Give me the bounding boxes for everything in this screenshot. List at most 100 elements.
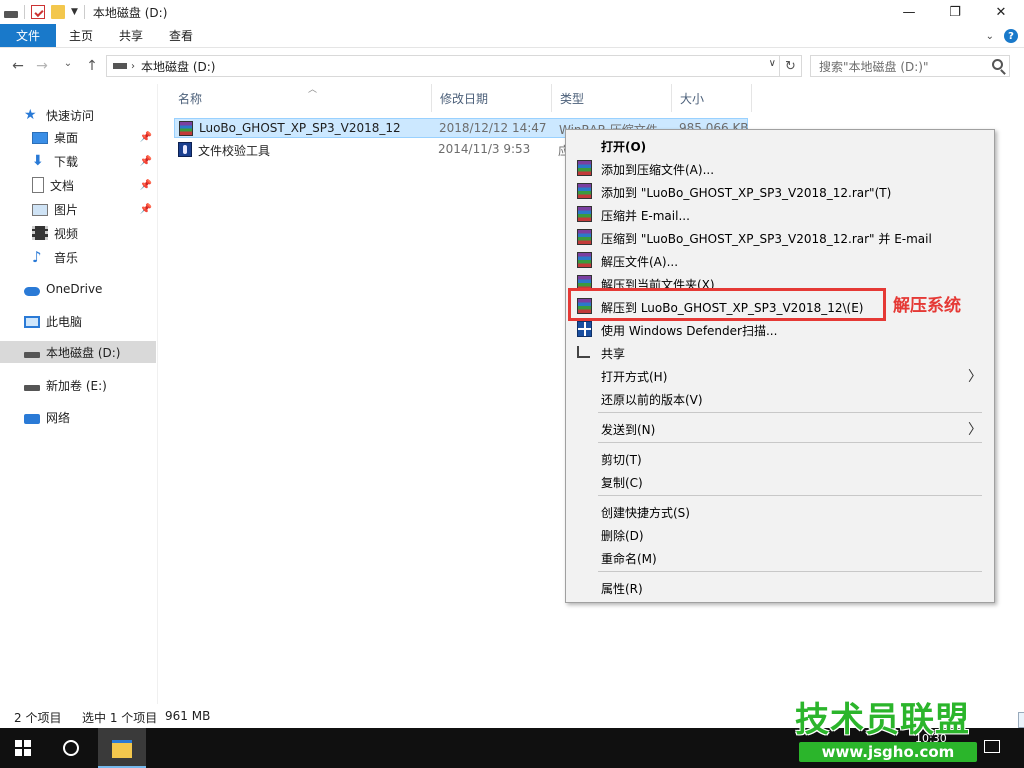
sidebar-item-label: OneDrive (46, 282, 103, 296)
menu-item-add-to-rar[interactable]: 添加到 "LuoBo_GHOST_XP_SP3_V2018_12.rar"(T) (568, 180, 992, 202)
address-bar[interactable]: › 本地磁盘 (D:) ∨ (106, 55, 780, 77)
minimize-button[interactable]: — (886, 0, 932, 24)
menu-item-rename[interactable]: 重命名(M) (568, 546, 992, 568)
desktop-icon (32, 132, 48, 144)
menu-item-open-with[interactable]: 打开方式(H) 〉 (568, 364, 992, 386)
column-header-type[interactable]: 类型 (552, 84, 672, 112)
cortana-icon[interactable] (63, 740, 79, 756)
submenu-arrow-icon: 〉 (968, 422, 982, 438)
watermark-url: www.jsgho.com (799, 742, 977, 762)
sidebar-item-downloads[interactable]: ⬇ 下载 📌 (0, 150, 156, 172)
menu-separator (598, 412, 982, 413)
pin-icon[interactable]: 📌 (140, 204, 152, 215)
sidebar-item-label: 桌面 (54, 130, 79, 145)
recent-locations-button[interactable]: ⌄ (56, 58, 80, 69)
menu-separator (598, 442, 982, 443)
tab-share[interactable]: 共享 (106, 24, 156, 47)
column-header-label: 修改日期 (440, 91, 489, 106)
menu-item-label: 复制(C) (601, 476, 643, 490)
sidebar-item-desktop[interactable]: 桌面 📌 (0, 126, 156, 148)
up-button[interactable]: ↑ (80, 58, 104, 74)
sidebar-item-new-volume-e[interactable]: 新加卷 (E:) (0, 374, 156, 396)
file-explorer-taskbar-icon[interactable] (98, 728, 146, 768)
column-header-size[interactable]: 大小 (672, 84, 752, 112)
menu-item-create-shortcut[interactable]: 创建快捷方式(S) (568, 500, 992, 522)
properties-icon[interactable] (31, 5, 45, 19)
expand-ribbon-chevron-icon[interactable]: ⌄ (986, 31, 994, 42)
back-button[interactable]: ← (6, 58, 30, 74)
menu-item-copy[interactable]: 复制(C) (568, 470, 992, 492)
highlight-label: 解压系统 (893, 296, 961, 316)
pin-icon[interactable]: 📌 (140, 180, 152, 191)
menu-item-label: 打开方式(H) (601, 370, 668, 384)
close-button[interactable]: ✕ (978, 0, 1024, 24)
sidebar-item-label: 下载 (54, 154, 79, 169)
winrar-icon (577, 252, 592, 268)
context-menu: 打开(O) 添加到压缩文件(A)... 添加到 "LuoBo_GHOST_XP_… (565, 129, 995, 603)
sidebar-item-network[interactable]: 网络 (0, 406, 156, 428)
menu-item-properties[interactable]: 属性(R) (568, 576, 992, 598)
sidebar-item-onedrive[interactable]: OneDrive (0, 278, 156, 300)
window-title: 本地磁盘 (D:) (92, 5, 168, 20)
menu-item-label: 添加到 "LuoBo_GHOST_XP_SP3_V2018_12.rar"(T) (601, 186, 892, 200)
menu-item-open[interactable]: 打开(O) (568, 134, 992, 156)
sidebar-item-pictures[interactable]: 图片 📌 (0, 198, 156, 220)
help-icon[interactable]: ? (1004, 29, 1018, 43)
action-center-icon[interactable] (984, 740, 1000, 753)
menu-item-label: 创建快捷方式(S) (601, 506, 690, 520)
menu-item-extract-files[interactable]: 解压文件(A)... (568, 249, 992, 271)
address-dropdown-icon[interactable]: ∨ (769, 58, 776, 69)
menu-item-cut[interactable]: 剪切(T) (568, 447, 992, 469)
start-button[interactable] (15, 740, 31, 756)
forward-button[interactable]: → (30, 58, 54, 74)
sidebar-item-label: 视频 (54, 226, 79, 241)
refresh-button[interactable]: ↻ (780, 55, 802, 77)
menu-item-label: 压缩到 "LuoBo_GHOST_XP_SP3_V2018_12.rar" 并 … (601, 232, 932, 246)
column-header-modified[interactable]: 修改日期 (432, 84, 552, 112)
menu-item-delete[interactable]: 删除(D) (568, 523, 992, 545)
pin-icon[interactable]: 📌 (140, 132, 152, 143)
sidebar-item-this-pc[interactable]: 此电脑 (0, 310, 156, 332)
menu-item-compress-email[interactable]: 压缩并 E-mail... (568, 203, 992, 225)
column-header-name[interactable]: 名称 ︿ (170, 84, 432, 112)
status-selected-count: 选中 1 个项目 (82, 711, 158, 725)
customize-toolbar-icon[interactable]: ▼ (71, 7, 78, 17)
tab-view[interactable]: 查看 (156, 24, 206, 47)
search-input[interactable]: 搜索"本地磁盘 (D:)" (810, 55, 1010, 77)
search-icon[interactable] (992, 59, 1003, 70)
menu-item-label: 压缩并 E-mail... (601, 209, 690, 223)
menu-item-restore-versions[interactable]: 还原以前的版本(V) (568, 387, 992, 409)
submenu-arrow-icon: 〉 (968, 369, 982, 385)
drive-icon (24, 352, 40, 358)
watermark-title: 技术员联盟 (795, 700, 970, 740)
sidebar-item-label: 快速访问 (46, 108, 95, 123)
tab-file[interactable]: 文件 (0, 24, 56, 47)
menu-item-compress-to-rar-email[interactable]: 压缩到 "LuoBo_GHOST_XP_SP3_V2018_12.rar" 并 … (568, 226, 992, 248)
breadcrumb-separator-icon[interactable]: › (131, 61, 135, 72)
file-name: 文件校验工具 (198, 144, 271, 158)
pin-icon[interactable]: 📌 (140, 156, 152, 167)
sidebar-item-quick-access[interactable]: ★ 快速访问 (0, 104, 156, 126)
large-icons-view-icon[interactable] (1018, 712, 1024, 728)
new-folder-icon[interactable] (51, 5, 65, 19)
column-header-label: 类型 (560, 91, 585, 106)
download-icon: ⬇ (32, 153, 44, 169)
picture-icon (32, 204, 48, 216)
menu-item-label: 添加到压缩文件(A)... (601, 163, 715, 177)
menu-item-defender-scan[interactable]: 使用 Windows Defender扫描... (568, 318, 992, 340)
breadcrumb-current[interactable]: 本地磁盘 (D:) (141, 58, 215, 75)
maximize-button[interactable]: ❐ (932, 0, 978, 24)
sidebar-item-local-disk-d[interactable]: 本地磁盘 (D:) (0, 341, 156, 363)
menu-item-send-to[interactable]: 发送到(N) 〉 (568, 417, 992, 439)
menu-item-label: 使用 Windows Defender扫描... (601, 324, 778, 338)
menu-item-share[interactable]: 共享 (568, 341, 992, 363)
sidebar-item-music[interactable]: ♪ 音乐 (0, 246, 156, 268)
menu-item-label: 属性(R) (601, 582, 643, 596)
menu-item-add-to-archive[interactable]: 添加到压缩文件(A)... (568, 157, 992, 179)
rar-archive-icon (179, 121, 193, 136)
sidebar-item-videos[interactable]: 视频 (0, 222, 156, 244)
title-bar: ▼ 本地磁盘 (D:) — ❐ ✕ (0, 0, 1024, 24)
music-icon: ♪ (32, 248, 42, 266)
tab-home[interactable]: 主页 (56, 24, 106, 47)
sidebar-item-documents[interactable]: 文档 📌 (0, 174, 156, 196)
